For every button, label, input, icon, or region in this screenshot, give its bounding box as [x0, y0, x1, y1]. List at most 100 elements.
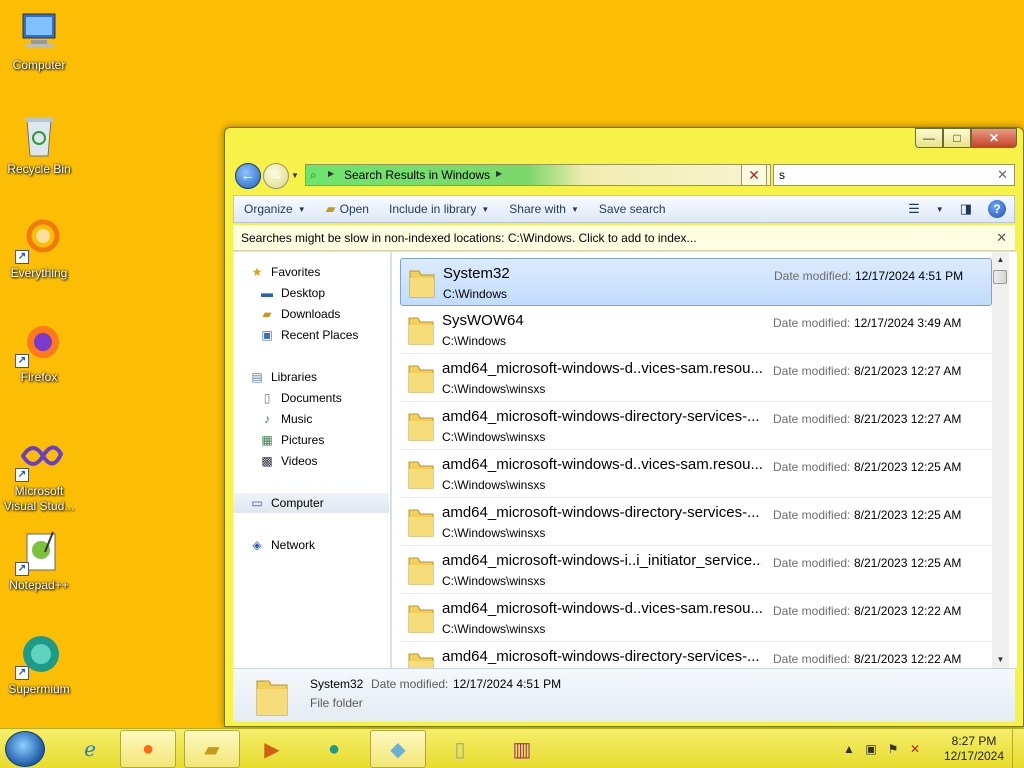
nav-computer[interactable]: ▭ Computer — [233, 493, 389, 513]
folder-icon — [406, 602, 436, 634]
notepad-plus-plus-icon: ↗ — [15, 528, 63, 576]
breadcrumb-separator-icon[interactable]: ▶ — [496, 169, 502, 178]
clock-time: 8:27 PM — [951, 734, 997, 748]
desktop-icon-everything[interactable]: ↗ Everything — [2, 216, 76, 281]
preview-pane-icon[interactable]: ◨ — [952, 201, 980, 217]
file-row[interactable]: amd64_microsoft-windows-i..i_initiator_s… — [400, 546, 992, 594]
nav-label: Network — [271, 538, 316, 552]
details-date-label: Date modified: — [371, 677, 449, 691]
clock[interactable]: 8:27 PM 12/17/2024 — [938, 734, 1010, 764]
start-button[interactable] — [5, 731, 45, 767]
date-modified-value: 8/21/2023 12:22 AM — [854, 604, 962, 618]
open-button[interactable]: ▰ Open — [316, 196, 379, 222]
taskbar-media-player[interactable]: ▶ — [244, 730, 300, 768]
desktop-icon-supermium[interactable]: ↗ Supermium — [2, 632, 76, 697]
index-info-bar[interactable]: Searches might be slow in non-indexed lo… — [233, 225, 1015, 251]
more-views-chevron-icon[interactable]: ▼ — [928, 205, 952, 214]
taskbar-notepad[interactable]: ▯ — [432, 730, 488, 768]
action-center-flag-icon[interactable]: ⚑ — [882, 742, 904, 756]
taskbar-firefox[interactable]: ● — [120, 730, 176, 768]
search-input[interactable]: s ✕ — [773, 164, 1015, 186]
command-bar: Organize ▼ ▰ Open Include in library ▼ Shar… — [233, 195, 1015, 223]
taskbar: ℯ ● ▰ ▶ ● ◆ ▯ ▥ ▲ ▣ ⚑ ✕ 8:27 PM 12/17/20… — [0, 728, 1024, 768]
show-hidden-icons-icon[interactable]: ▲ — [838, 742, 860, 756]
date-modified-label: Date modified: — [773, 412, 851, 426]
file-row[interactable]: amd64_microsoft-windows-directory-servic… — [400, 642, 992, 668]
forward-button[interactable]: → — [263, 163, 289, 189]
save-search-button[interactable]: Save search — [589, 196, 676, 222]
taskbar-winrar[interactable]: ▥ — [494, 730, 550, 768]
nav-label: Videos — [281, 454, 318, 468]
date-modified-value: 8/21/2023 12:27 AM — [854, 412, 962, 426]
file-row[interactable]: amd64_microsoft-windows-d..vices-sam.res… — [400, 450, 992, 498]
date-modified-label: Date modified: — [773, 316, 851, 330]
taskbar-internet-explorer[interactable]: ℯ — [62, 730, 118, 768]
volume-muted-icon[interactable]: ✕ — [904, 742, 926, 756]
organize-button[interactable]: Organize ▼ — [234, 196, 316, 222]
back-button[interactable]: ← — [235, 163, 261, 189]
date-modified-value: 12/17/2024 3:49 AM — [854, 316, 962, 330]
organize-label: Organize — [244, 202, 293, 216]
taskbar-app[interactable]: ◆ — [370, 730, 426, 768]
show-desktop-button[interactable] — [1012, 729, 1024, 768]
maximize-button[interactable]: □ — [943, 128, 971, 148]
file-row[interactable]: amd64_microsoft-windows-directory-servic… — [400, 402, 992, 450]
system-tray: ▲ ▣ ⚑ ✕ — [838, 729, 926, 768]
address-bar[interactable]: ⌕ ▶ Search Results in Windows ▶ ▼ — [305, 164, 771, 186]
recent-pages-dropdown[interactable]: ▼ — [291, 171, 301, 181]
taskbar-explorer[interactable]: ▰ — [184, 730, 240, 768]
supermium-icon: ● — [327, 737, 341, 760]
explorer-window: — □ ✕ ← → ▼ ⌕ ▶ Search Results in Window… — [224, 127, 1024, 727]
desktop-icon-visual-studio[interactable]: ↗ Microsoft Visual Stud... — [2, 434, 76, 514]
desktop-icon-label: Recycle Bin — [7, 162, 71, 176]
folder-icon — [406, 410, 436, 442]
desktop-icon-recycle-bin[interactable]: Recycle Bin — [2, 112, 76, 177]
file-row[interactable]: System32 C:\Windows Date modified: 12/17/20… — [400, 258, 992, 306]
everything-icon: ↗ — [15, 216, 63, 264]
share-with-button[interactable]: Share with ▼ — [499, 196, 589, 222]
network-tray-icon[interactable]: ▣ — [860, 742, 882, 756]
file-row[interactable]: SysWOW64 C:\Windows Date modified: 12/17/20… — [400, 306, 992, 354]
scroll-up-icon[interactable]: ▲ — [992, 252, 1009, 268]
vertical-scrollbar[interactable]: ▲ ▼ — [992, 252, 1009, 668]
nav-favorites[interactable]: ★ Favorites — [249, 262, 405, 282]
close-infobar-icon[interactable]: ✕ — [996, 225, 1007, 251]
include-in-library-button[interactable]: Include in library ▼ — [379, 196, 499, 222]
documents-icon: ▯ — [263, 391, 271, 405]
desktop-icon-firefox[interactable]: ↗ Firefox — [2, 320, 76, 385]
firefox-icon: ↗ — [15, 320, 63, 368]
nav-libraries[interactable]: ▤ Libraries — [249, 367, 405, 387]
minimize-button[interactable]: — — [915, 128, 943, 148]
help-icon[interactable]: ? — [988, 200, 1006, 218]
desktop-icon-notepad-plus-plus[interactable]: ↗ Notepad++ — [2, 528, 76, 593]
desktop-icon-computer[interactable]: Computer — [2, 8, 76, 73]
date-modified-value: 8/21/2023 12:25 AM — [854, 508, 962, 522]
date-modified-label: Date modified: — [773, 508, 851, 522]
breadcrumb[interactable]: Search Results in Windows — [344, 168, 490, 182]
file-path: C:\Windows — [442, 334, 507, 348]
breadcrumb-separator-icon[interactable]: ▶ — [328, 169, 334, 178]
search-results-list[interactable]: System32 C:\Windows Date modified: 12/17/20… — [392, 252, 1017, 668]
scrollbar-thumb[interactable] — [993, 270, 1007, 284]
change-view-icon[interactable]: ☰ — [900, 201, 928, 217]
close-button[interactable]: ✕ — [971, 128, 1017, 148]
close-icon: ✕ — [748, 167, 760, 183]
navigation-pane: ★ Favorites ▬ Desktop ▰ Downloads ▣ Recent P… — [233, 252, 391, 668]
nav-label: Computer — [271, 496, 324, 510]
visual-studio-icon: ↗ — [15, 434, 64, 482]
taskbar-supermium[interactable]: ● — [306, 730, 362, 768]
stop-search-button[interactable]: ✕ — [741, 164, 767, 186]
file-row[interactable]: amd64_microsoft-windows-directory-servic… — [400, 498, 992, 546]
app-icon: ◆ — [390, 738, 406, 761]
file-row[interactable]: amd64_microsoft-windows-d..vices-sam.res… — [400, 354, 992, 402]
nav-label: Recent Places — [281, 328, 359, 342]
nav-network[interactable]: ◈ Network — [249, 535, 405, 555]
clear-search-icon[interactable]: ✕ — [997, 167, 1008, 183]
include-in-library-label: Include in library — [388, 202, 477, 216]
file-path: C:\Windows\winsxs — [442, 478, 546, 492]
scroll-down-icon[interactable]: ▼ — [992, 652, 1009, 668]
nav-label: Downloads — [281, 307, 341, 321]
file-row[interactable]: amd64_microsoft-windows-d..vices-sam.res… — [400, 594, 992, 642]
date-modified-label: Date modified: — [773, 652, 851, 666]
file-name: amd64_microsoft-windows-i..i_initiator_s… — [442, 552, 762, 569]
